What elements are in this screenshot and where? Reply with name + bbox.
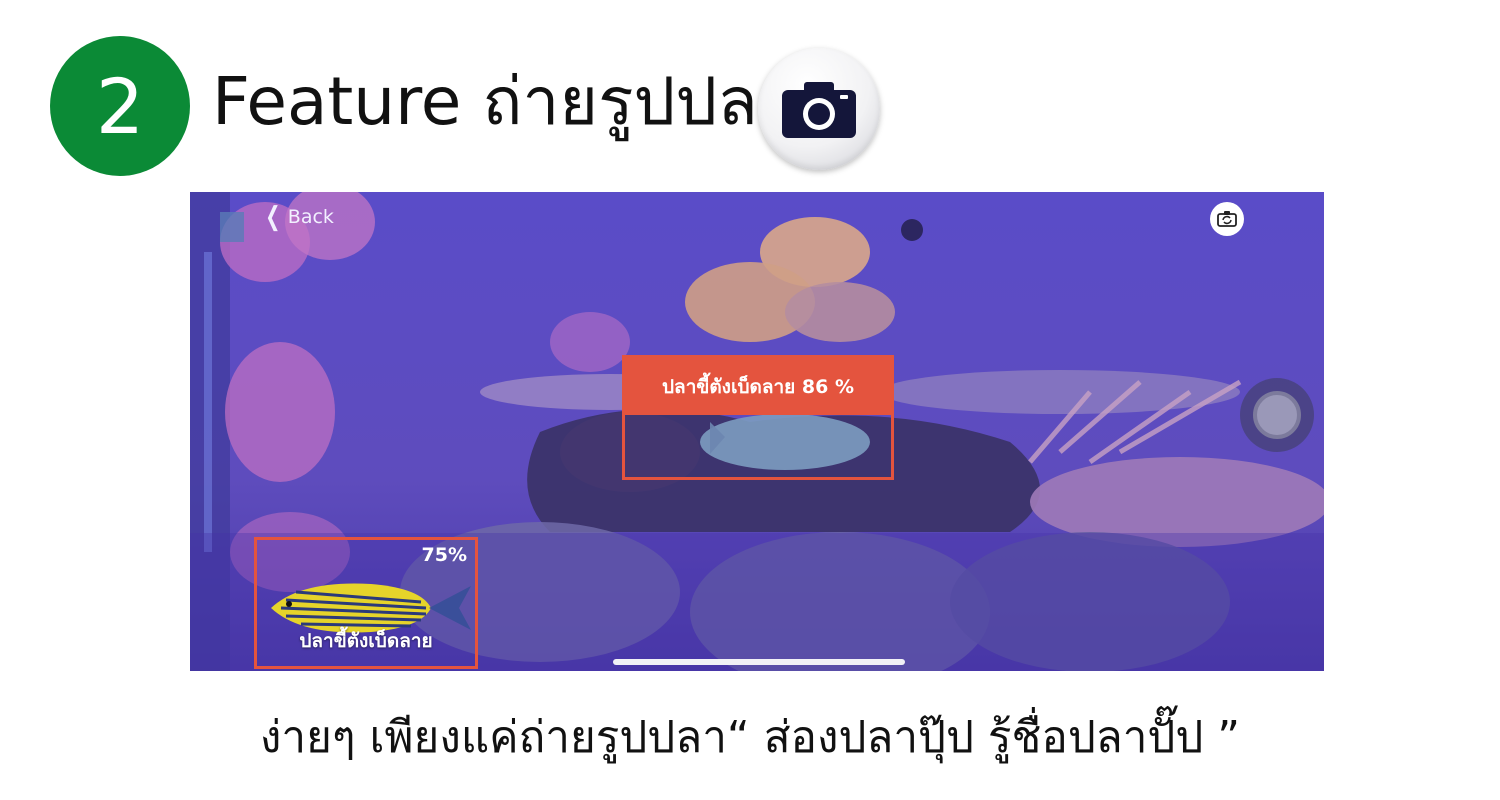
camera-icon bbox=[758, 48, 880, 170]
camera-screen: ❮ Back ปลาขี้ตังเบ็ดลาย 86 % 75% ปลาขี้ต… bbox=[190, 192, 1324, 671]
step-number-badge: 2 bbox=[50, 36, 190, 176]
feature-title: Feature ถ่ายรูปปลา bbox=[212, 63, 795, 140]
step-number: 2 bbox=[95, 61, 145, 151]
shutter-button[interactable] bbox=[1240, 378, 1314, 452]
back-button[interactable]: ❮ Back bbox=[262, 204, 334, 230]
caption-text: ง่ายๆ เพียงแค่ถ่ายรูปปลา“ ส่องปลาปุ๊ป รู… bbox=[259, 712, 1241, 763]
chevron-left-icon: ❮ bbox=[265, 202, 281, 232]
feature-slide: 2 Feature ถ่ายรูปปลา ❮ Back ปลาขี้ตังเบ็… bbox=[0, 0, 1500, 800]
result-fish-name: ปลาขี้ตังเบ็ดลาย bbox=[299, 630, 433, 652]
flip-camera-button[interactable] bbox=[1210, 202, 1244, 236]
flip-camera-icon bbox=[1217, 211, 1237, 227]
detection-label: ปลาขี้ตังเบ็ดลาย 86 % bbox=[625, 358, 891, 415]
shutter-icon bbox=[1253, 391, 1301, 439]
home-indicator bbox=[613, 659, 905, 665]
camera-glyph bbox=[782, 82, 856, 138]
result-card[interactable]: 75% ปลาขี้ตังเบ็ดลาย bbox=[254, 537, 478, 669]
result-percent: 75% bbox=[421, 544, 467, 566]
detection-box: ปลาขี้ตังเบ็ดลาย 86 % bbox=[622, 355, 894, 480]
back-label: Back bbox=[287, 206, 334, 228]
